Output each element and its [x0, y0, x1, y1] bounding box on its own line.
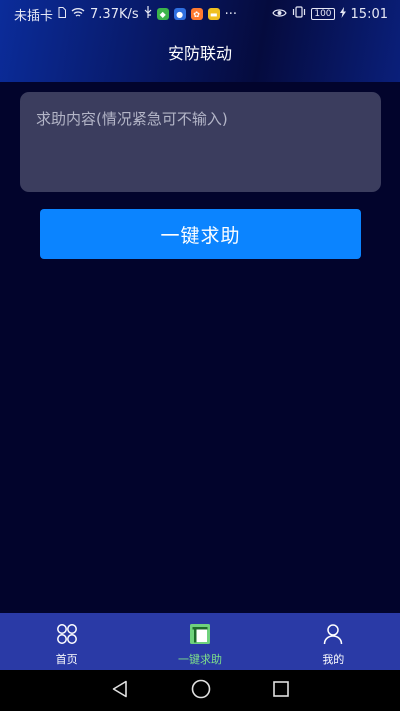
system-navigation-bar: [0, 670, 400, 711]
tab-mine-label: 我的: [322, 653, 345, 666]
home-circle-icon[interactable]: [191, 679, 211, 703]
app-notification-icon: ✿: [190, 8, 203, 20]
charging-icon: [339, 6, 346, 22]
more-notifications: ···: [224, 6, 238, 22]
app-notification-icon: ●: [173, 8, 186, 20]
tab-mine[interactable]: 我的: [267, 613, 400, 670]
back-icon[interactable]: [111, 680, 129, 702]
eye-icon: [272, 7, 288, 22]
tab-one-key-help-label: 一键求助: [177, 653, 222, 666]
tab-home[interactable]: 首页: [0, 613, 133, 670]
one-key-help-button[interactable]: 一键求助: [40, 209, 361, 259]
clock: 15:01: [350, 6, 388, 22]
grid-circles-icon: [56, 623, 78, 648]
app-notification-icon: ▬: [207, 8, 220, 20]
recent-apps-icon[interactable]: [273, 680, 289, 701]
carrier-text: 未插卡: [14, 8, 54, 24]
header: 未插卡 7.37K/s ◆ ● ✿ ▬ ··· 100 15:01 安防联动: [0, 0, 400, 82]
sim-icon: [58, 6, 67, 22]
help-content-input[interactable]: [20, 92, 381, 192]
user-icon: [322, 623, 344, 648]
network-speed: 7.37K/s: [90, 6, 139, 22]
vibrate-icon: [292, 6, 306, 22]
tab-home-label: 首页: [55, 653, 78, 666]
usb-icon: [144, 6, 152, 22]
tab-one-key-help[interactable]: 一键求助: [133, 613, 266, 670]
app-notification-icon: ◆: [156, 8, 169, 20]
wifi-icon: [71, 7, 85, 22]
help-panel-icon: [189, 623, 211, 648]
bottom-nav: 首页 一键求助 我的: [0, 613, 400, 670]
page-title: 安防联动: [167, 44, 232, 63]
status-right: 100 15:01: [272, 6, 388, 22]
battery-indicator: 100: [311, 8, 335, 20]
status-bar: 未插卡 7.37K/s ◆ ● ✿ ▬ ··· 100 15:01: [0, 0, 400, 28]
status-left: 未插卡 7.37K/s ◆ ● ✿ ▬ ···: [14, 5, 237, 24]
